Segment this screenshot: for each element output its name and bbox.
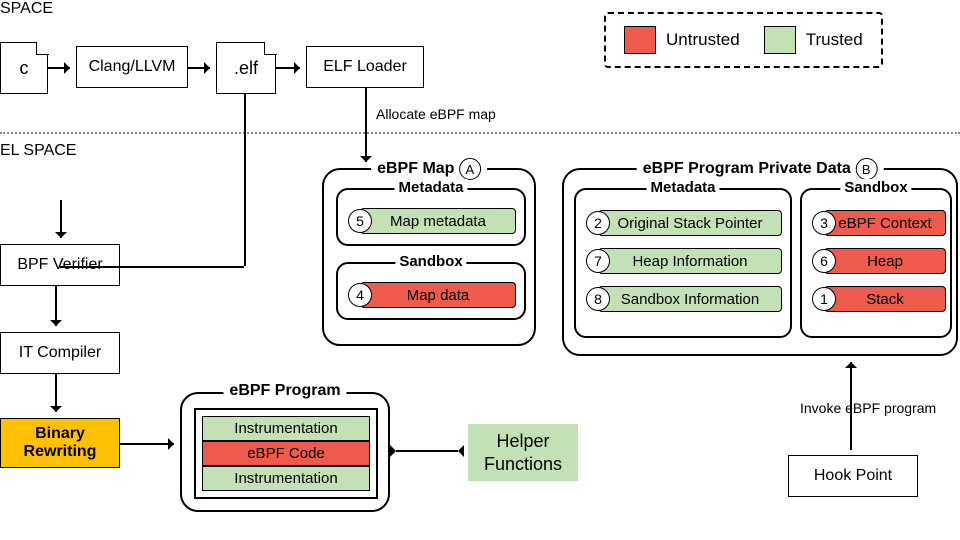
user-space-label: SPACE [0,0,53,18]
priv-meta-0-index: 2 [586,211,610,235]
priv-sb-1: 6 Heap [824,248,946,274]
elf-file: .elf [216,42,276,94]
priv-sb-2-text: Stack [825,291,945,308]
map-metadata-index: 5 [348,209,372,233]
helper-functions-box: Helper Functions [468,424,578,481]
prog-row-1: eBPF Code [202,441,370,466]
priv-sb-2-index: 1 [812,287,836,311]
arrow-program-helper [396,450,458,452]
verifier-box: BPF Verifier [0,244,120,286]
map-data-item: 4 Map data [360,282,516,308]
arrow-elf-down [244,94,246,266]
arrow-elf-to-loader [276,67,300,69]
space-divider [0,132,960,134]
private-data-title: eBPF Program Private Data B [637,158,884,180]
binary-rewriting-box: Binary Rewriting [0,418,120,468]
legend-untrusted-label: Untrusted [666,30,740,50]
private-metadata-label: Metadata [646,179,719,196]
prog-row-2: Instrumentation [202,466,370,491]
priv-sb-0-text: eBPF Context [825,215,945,232]
invoke-note: Invoke eBPF program [800,400,936,416]
private-data-panel: eBPF Program Private Data B Metadata 2 O… [562,168,958,356]
arrow-src-to-compiler [48,67,70,69]
priv-sb-1-text: Heap [825,253,945,270]
private-data-badge: B [855,158,877,180]
elf-loader-box: ELF Loader [306,46,424,88]
source-file: c [0,42,48,94]
legend: Untrusted Trusted [604,12,883,68]
prog-row-0: Instrumentation [202,416,370,441]
priv-sb-0: 3 eBPF Context [824,210,946,236]
priv-meta-1: 7 Heap Information [598,248,782,274]
ebpf-program-stack: Instrumentation eBPF Code Instrumentatio… [194,408,378,499]
arrow-rewrite-to-program [120,443,174,445]
arrow-loader-to-map [365,88,367,162]
arrow-into-verifier [60,200,62,238]
ebpf-map-panel: eBPF Map A Metadata 5 Map metadata Sandb… [322,168,536,346]
ebpf-map-title: eBPF Map A [371,158,487,180]
private-sandbox-label: Sandbox [840,179,911,196]
priv-meta-2-text: Sandbox Information [599,291,781,308]
priv-sb-2: 1 Stack [824,286,946,312]
priv-meta-1-text: Heap Information [599,253,781,270]
arrow-jit-to-rewrite [55,374,57,412]
kernel-space-label: EL SPACE [0,142,76,160]
map-data-text: Map data [361,287,515,304]
ebpf-program-title: eBPF Program [223,382,346,400]
legend-swatch-untrusted [624,26,656,54]
ebpf-program-panel: eBPF Program Instrumentation eBPF Code I… [180,392,390,512]
priv-sb-1-index: 6 [812,249,836,273]
legend-trusted-label: Trusted [806,30,863,50]
ebpf-map-metadata-group: Metadata 5 Map metadata [336,188,526,246]
jit-box: IT Compiler [0,332,120,374]
ebpf-map-badge: A [459,158,481,180]
arrow-compiler-to-elf [188,67,210,69]
private-metadata-group: Metadata 2 Original Stack Pointer 7 Heap… [574,188,792,338]
compiler-box: Clang/LLVM [76,46,188,88]
priv-meta-2: 8 Sandbox Information [598,286,782,312]
ebpf-map-sandbox-group: Sandbox 4 Map data [336,262,526,320]
priv-meta-2-index: 8 [586,287,610,311]
priv-meta-0-text: Original Stack Pointer [599,215,781,232]
priv-meta-1-index: 7 [586,249,610,273]
ebpf-map-metadata-label: Metadata [394,179,467,196]
hook-point-box: Hook Point [788,455,918,497]
arrow-verifier-to-jit [55,286,57,326]
map-data-index: 4 [348,283,372,307]
priv-sb-0-index: 3 [812,211,836,235]
map-metadata-item: 5 Map metadata [360,208,516,234]
map-metadata-text: Map metadata [361,213,515,230]
arrow-elf-across [60,266,244,268]
private-sandbox-group: Sandbox 3 eBPF Context 6 Heap 1 Stack [800,188,952,338]
ebpf-map-sandbox-label: Sandbox [395,253,466,270]
priv-meta-0: 2 Original Stack Pointer [598,210,782,236]
allocate-note: Allocate eBPF map [376,106,496,122]
legend-swatch-trusted [764,26,796,54]
